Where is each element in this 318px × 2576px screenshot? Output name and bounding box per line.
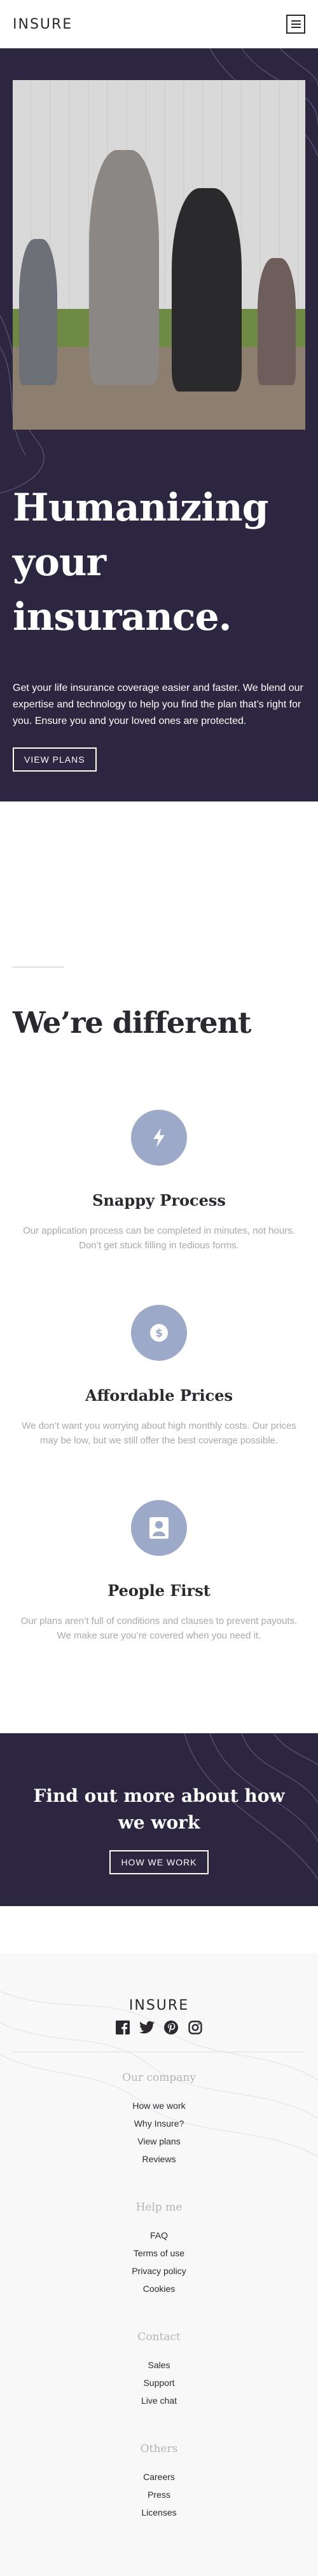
footer-link-cookies[interactable]: Cookies (13, 2280, 305, 2298)
cta-section: Find out more about how we work HOW WE W… (0, 1733, 318, 1906)
footer-link-why-insure[interactable]: Why Insure? (13, 2115, 305, 2132)
view-plans-button[interactable]: VIEW PLANS (13, 747, 97, 772)
feature-title: Affordable Prices (85, 1386, 233, 1405)
footer-column-company: Our company How we work Why Insure? View… (13, 2071, 305, 2168)
footer-column-contact: Contact Sales Support Live chat (13, 2331, 305, 2409)
footer-link-faq[interactable]: FAQ (13, 2226, 305, 2244)
pinterest-icon[interactable] (163, 2020, 179, 2035)
feature-item: Snappy Process Our application process c… (13, 1110, 305, 1253)
features-list: Snappy Process Our application process c… (13, 1110, 305, 1643)
footer-logo[interactable]: INSURE (13, 1998, 305, 2014)
footer-link-live-chat[interactable]: Live chat (13, 2392, 305, 2409)
feature-text: Our application process can be completed… (23, 1225, 295, 1251)
different-title: We’re different (13, 1005, 251, 1040)
menu-bar (291, 20, 301, 22)
footer-link-privacy[interactable]: Privacy policy (13, 2262, 305, 2280)
feature-item: People First Our plans aren’t full of co… (13, 1500, 305, 1643)
facebook-icon[interactable] (115, 2020, 130, 2035)
svg-text:$: $ (155, 1327, 163, 1340)
feature-text: We don’t want you worrying about high mo… (22, 1421, 296, 1446)
footer-link-careers[interactable]: Careers (13, 2468, 305, 2486)
footer-column-others: Others Careers Press Licenses (13, 2443, 305, 2521)
footer-heading: Our company (122, 2071, 196, 2084)
hero-title: Humanizing your insurance. (13, 486, 269, 639)
footer-link-how-we-work[interactable]: How we work (13, 2097, 305, 2115)
site-footer: INSURE Our company How we work Why Insur… (0, 1953, 318, 2576)
footer-heading: Others (140, 2443, 178, 2455)
person-icon (131, 1500, 187, 1556)
feature-title: Snappy Process (92, 1191, 226, 1210)
figure-father (89, 150, 159, 385)
twitter-icon[interactable] (139, 2020, 155, 2035)
footer-heading: Help me (135, 2201, 183, 2214)
figure-child-right (258, 258, 296, 385)
figure-mother (172, 188, 242, 392)
instagram-icon[interactable] (188, 2020, 203, 2035)
menu-bar (291, 27, 301, 28)
hero-description: Get your life insurance coverage easier … (13, 683, 303, 726)
footer-heading: Contact (137, 2331, 181, 2343)
lightning-bolt-icon (131, 1110, 187, 1166)
footer-link-press[interactable]: Press (13, 2486, 305, 2504)
feature-item: $ Affordable Prices We don’t want you wo… (13, 1305, 305, 1448)
footer-link-terms[interactable]: Terms of use (13, 2244, 305, 2262)
footer-column-help: Help me FAQ Terms of use Privacy policy … (13, 2201, 305, 2298)
figure-child-left (19, 239, 57, 385)
dollar-coin-icon: $ (131, 1305, 187, 1361)
footer-link-licenses[interactable]: Licenses (13, 2504, 305, 2521)
different-section: We’re different Snappy Process Our appli… (0, 801, 318, 1733)
hamburger-menu-icon[interactable] (286, 15, 305, 34)
footer-link-view-plans[interactable]: View plans (13, 2132, 305, 2150)
cta-title: Find out more about how we work (33, 1785, 285, 1833)
hero-section: Humanizing your insurance. Get your life… (0, 48, 318, 801)
feature-title: People First (107, 1581, 211, 1600)
footer-link-reviews[interactable]: Reviews (13, 2150, 305, 2168)
how-we-work-button[interactable]: HOW WE WORK (109, 1850, 209, 1874)
footer-link-sales[interactable]: Sales (13, 2356, 305, 2374)
footer-link-support[interactable]: Support (13, 2374, 305, 2392)
menu-bar (291, 24, 301, 25)
brand-logo[interactable]: INSURE (13, 17, 73, 32)
social-links (13, 2020, 305, 2035)
hero-family-image (13, 80, 305, 430)
site-header: INSURE (0, 0, 318, 48)
feature-text: Our plans aren’t full of conditions and … (20, 1616, 298, 1641)
